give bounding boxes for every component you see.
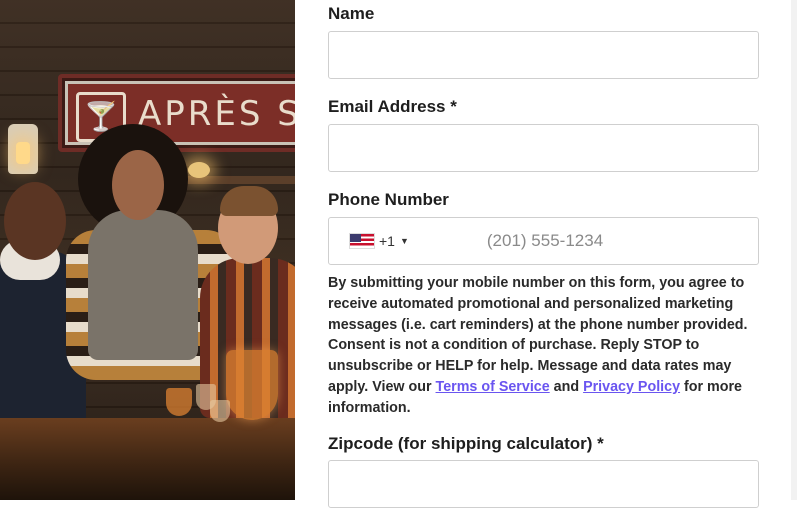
privacy-policy-link[interactable]: Privacy Policy xyxy=(583,379,680,395)
us-flag-icon xyxy=(349,233,375,249)
name-input[interactable] xyxy=(329,32,758,78)
person-center-head xyxy=(112,150,164,220)
person-center-scarf xyxy=(88,210,198,360)
email-label: Email Address * xyxy=(328,97,457,116)
person-left-head xyxy=(4,182,66,260)
name-label: Name xyxy=(328,4,375,23)
scrollbar-track[interactable] xyxy=(791,0,797,500)
email-field-box xyxy=(328,124,759,172)
bar-table xyxy=(0,418,295,500)
zipcode-input[interactable] xyxy=(329,461,758,507)
person-right-hair xyxy=(220,186,278,216)
lantern xyxy=(8,124,38,174)
country-code-dropdown[interactable]: +1 ▼ xyxy=(349,233,409,249)
signup-form: Name Email Address * Phone Number +1 ▼ B… xyxy=(295,0,797,508)
email-input[interactable] xyxy=(329,125,758,171)
phone-label: Phone Number xyxy=(328,190,449,209)
phone-input[interactable] xyxy=(408,218,758,264)
caret-down-icon: ▼ xyxy=(399,236,409,246)
promo-photo: 🍸 APRÈS S xyxy=(0,0,295,500)
sms-consent-text: By submitting your mobile number on this… xyxy=(328,275,748,416)
drink-pitcher xyxy=(226,350,278,420)
drink-glass xyxy=(166,388,192,416)
zipcode-label: Zipcode (for shipping calculator) * xyxy=(328,434,604,453)
sign-text: APRÈS S xyxy=(138,94,295,134)
dial-code: +1 xyxy=(379,233,395,249)
terms-of-service-link[interactable]: Terms of Service xyxy=(436,379,550,395)
zipcode-field-box xyxy=(328,460,759,508)
drink-glass xyxy=(210,400,230,422)
candle xyxy=(188,162,210,178)
phone-field-box: +1 ▼ xyxy=(328,217,759,265)
name-field-box xyxy=(328,31,759,79)
